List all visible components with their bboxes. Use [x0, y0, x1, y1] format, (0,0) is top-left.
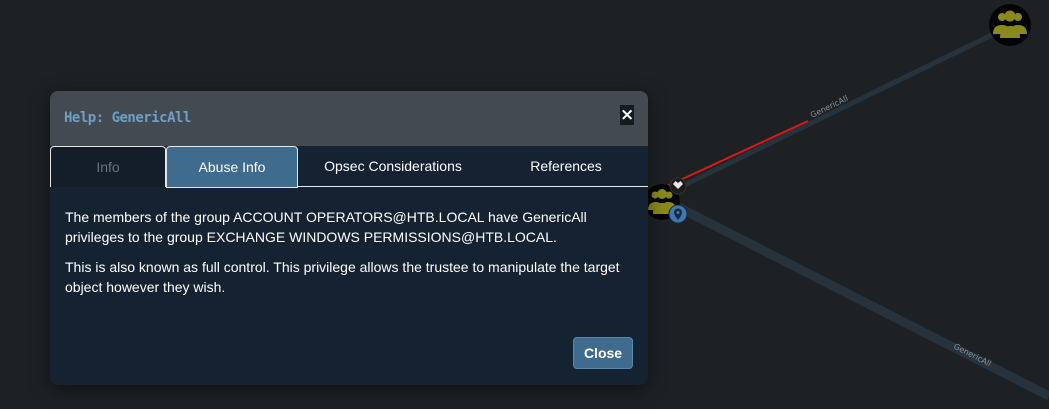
edge-label-2: GenericAll — [952, 342, 993, 369]
tab-opsec-considerations[interactable]: Opsec Considerations — [298, 146, 488, 187]
close-icon[interactable]: × — [620, 105, 634, 125]
map-pin-icon — [668, 204, 688, 224]
graph-edge-1 — [666, 23, 1012, 196]
help-modal: Help: GenericAll × Info Abuse Info Opsec… — [50, 91, 648, 385]
abuse-info-content: The members of the group ACCOUNT OPERATO… — [65, 207, 625, 307]
crown-icon — [669, 177, 687, 195]
tab-references[interactable]: References — [488, 146, 644, 187]
abuse-info-paragraph-1: The members of the group ACCOUNT OPERATO… — [65, 209, 587, 245]
group-node-top-right[interactable] — [989, 4, 1031, 46]
graph-edge-2 — [669, 199, 1049, 401]
tab-bar: Info Abuse Info Opsec Considerations Ref… — [50, 146, 648, 188]
modal-title: Help: GenericAll — [64, 110, 191, 126]
abuse-info-paragraph-2: This is also known as full control. This… — [65, 259, 620, 295]
tab-abuse-info[interactable]: Abuse Info — [166, 146, 298, 188]
modal-header: Help: GenericAll × — [50, 91, 648, 146]
close-button[interactable]: Close — [573, 337, 633, 369]
group-node-center[interactable] — [644, 177, 688, 224]
tab-info[interactable]: Info — [50, 146, 166, 187]
